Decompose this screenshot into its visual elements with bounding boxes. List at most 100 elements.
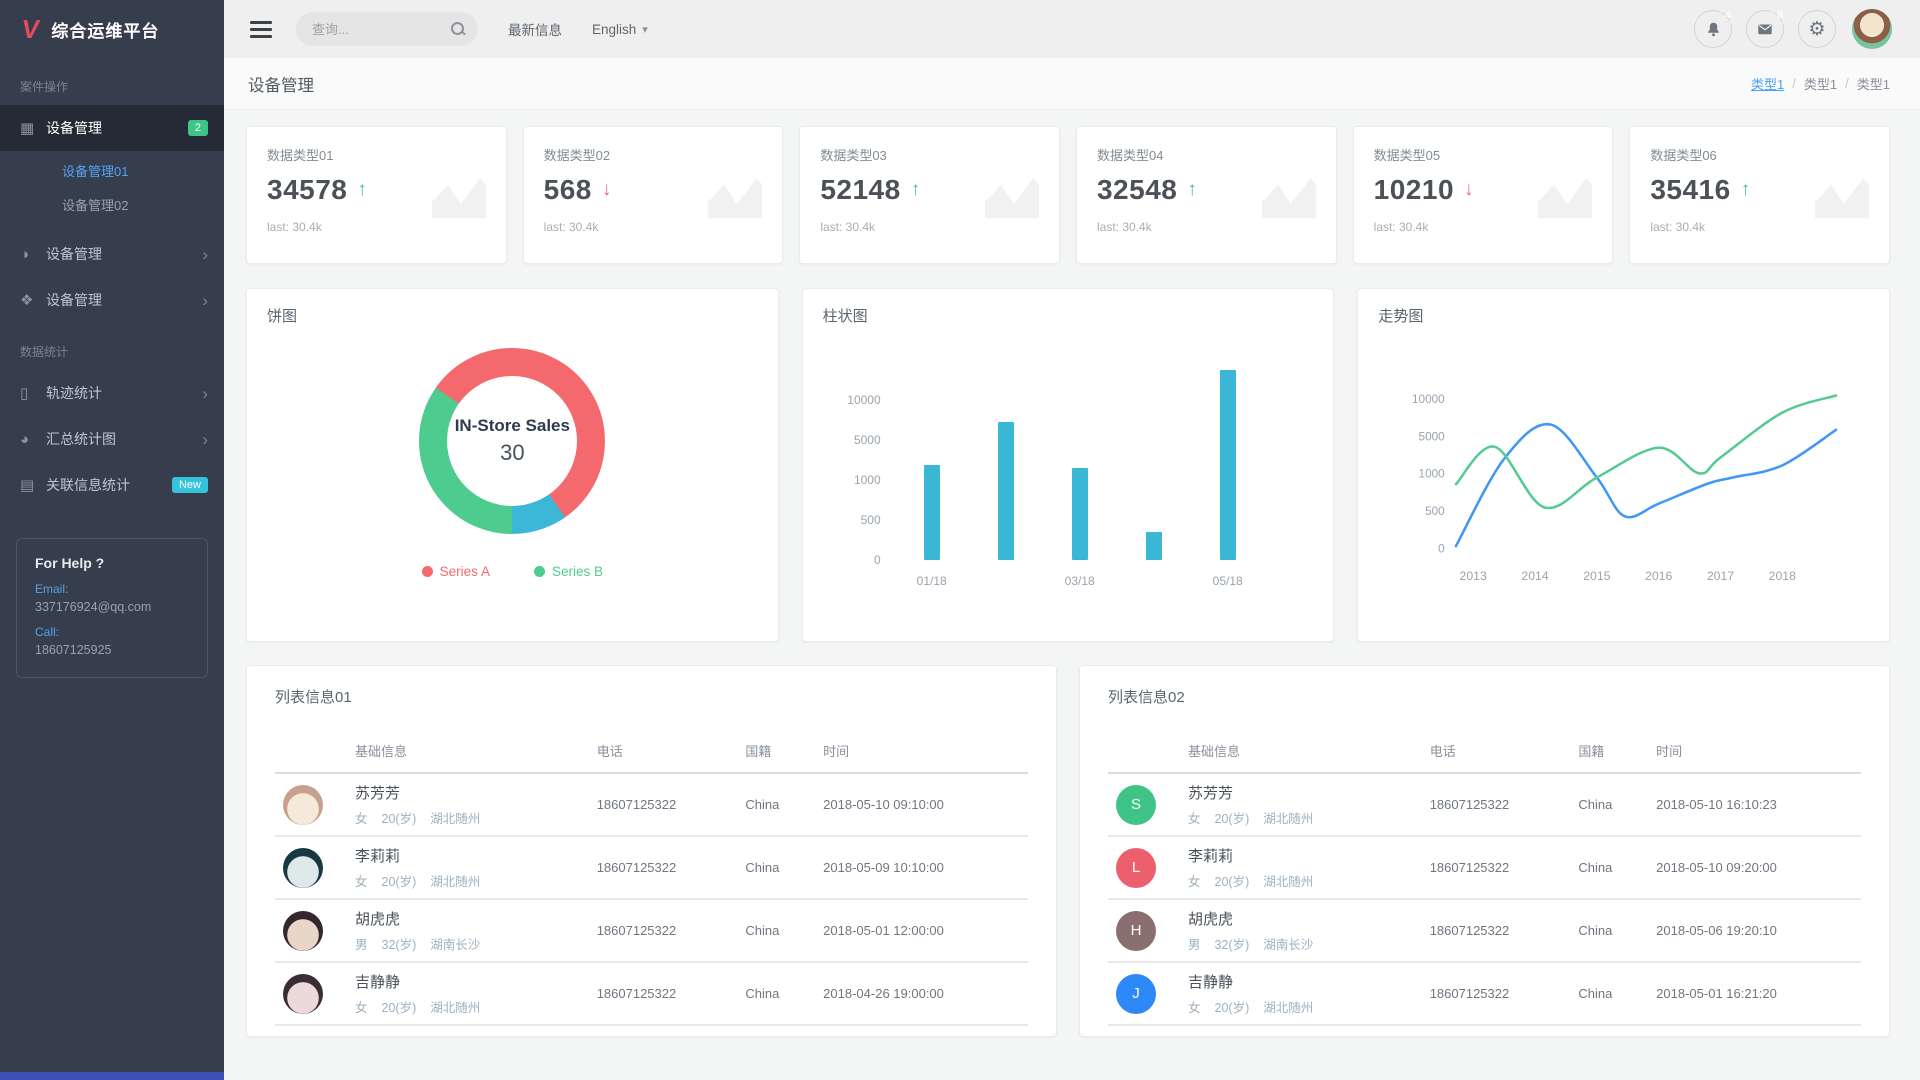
mini-area-chart-icon (1811, 169, 1873, 228)
breadcrumb-item[interactable]: 类型1 (1857, 74, 1890, 93)
table-row: 吉静静女20(岁)湖北随州18607125322China2018-04-26 … (275, 962, 1028, 1025)
basic-info-cell: 苏芳芳女20(岁)湖北随州 (1180, 773, 1422, 836)
person-sub-field: 女 (355, 875, 368, 889)
help-call-label: Call: (35, 625, 189, 639)
sidebar-item[interactable]: ▯轨迹统计› (0, 370, 224, 416)
table-head: 基础信息电话国籍时间 (1108, 729, 1861, 773)
letter-avatar: H (1116, 911, 1156, 951)
nation-cell: China (1570, 836, 1648, 899)
user-avatar[interactable] (1852, 9, 1892, 49)
table-row: S苏芳芳女20(岁)湖北随州18607125322China2018-05-10… (1108, 773, 1861, 836)
y-tick-label: 500 (861, 513, 881, 527)
column-header: 国籍 (1570, 729, 1648, 773)
language-select[interactable]: English ▾ (592, 22, 648, 37)
sidebar-item-label: 轨迹统计 (46, 383, 202, 403)
sidebar-subitem[interactable]: 设备管理02 (0, 189, 224, 223)
line-chart-title: 走势图 (1378, 305, 1869, 326)
person-sub-field: 女 (1188, 1001, 1201, 1015)
bar-x-axis: 01/1803/1805/18 (895, 574, 1265, 588)
stat-card: 数据类型0134578↑last: 30.4k (246, 126, 507, 264)
trend-down-icon: ↓ (1464, 179, 1474, 201)
person-sub-field: 20(岁) (1215, 812, 1250, 826)
legend-dot (422, 566, 433, 577)
nation-cell: China (1570, 899, 1648, 962)
donut-center-value: 30 (500, 440, 524, 466)
sidebar-section-label: 数据统计 (0, 323, 224, 370)
donut-center: IN-Store Sales 30 (447, 376, 577, 506)
person-sub-field: 男 (355, 938, 368, 952)
sidebar-footer-bar (0, 1072, 224, 1080)
mini-area-chart-icon (1258, 169, 1320, 228)
mini-area-chart-icon (1534, 169, 1596, 228)
column-header: 电话 (589, 729, 738, 773)
y-tick-label: 1000 (1419, 468, 1446, 481)
chevron-right-icon: › (202, 246, 208, 263)
mini-area-chart-icon (704, 169, 766, 228)
series-green (1456, 395, 1836, 508)
stat-card-label: 数据类型03 (820, 145, 1041, 164)
language-label: English (592, 22, 636, 37)
person-name: 胡虎虎 (355, 908, 581, 929)
sidebar-item[interactable]: ▦设备管理2 (0, 105, 224, 151)
person-sub-info: 男32(岁)湖南长沙 (355, 934, 581, 953)
column-header: 国籍 (737, 729, 815, 773)
person-sub-field: 湖南长沙 (1263, 938, 1313, 952)
person-sub-field: 20(岁) (382, 1001, 417, 1015)
bar-chart[interactable]: 0500100050001000001/1803/1805/18 (823, 326, 1314, 588)
settings-button[interactable]: ⚙ (1798, 10, 1836, 48)
legend-item[interactable]: Series B (534, 564, 603, 579)
person-name: 吉静静 (355, 971, 581, 992)
trend-up-icon: ↑ (911, 179, 921, 201)
logo[interactable]: V 综合运维平台 (0, 0, 224, 58)
breadcrumb-separator: / (1792, 76, 1796, 91)
phone-cell: 18607125322 (1422, 836, 1571, 899)
table-card-1: 列表信息01基础信息电话国籍时间苏芳芳女20(岁)湖北随州18607125322… (246, 665, 1057, 1037)
nation-cell: China (737, 773, 815, 836)
donut-chart[interactable]: IN-Store Sales 30 (419, 348, 605, 534)
sidebar-item[interactable]: ❖设备管理› (0, 277, 224, 323)
bar-y-axis: 05001000500010000 (833, 360, 895, 560)
sidebar-item[interactable]: ◕汇总统计图› (0, 416, 224, 462)
notifications-button[interactable]: 4 (1694, 10, 1732, 48)
topbar: 最新信息 English ▾ 4 8 ⚙ (224, 0, 1920, 58)
table-row: 胡虎虎男32(岁)湖南长沙18607125322China2018-05-01 … (275, 899, 1028, 962)
notifications-badge: 4 (1719, 6, 1737, 24)
layers-icon: ❖ (20, 291, 46, 309)
data-table: 基础信息电话国籍时间S苏芳芳女20(岁)湖北随州18607125322China… (1108, 729, 1861, 1026)
donut-center-label: IN-Store Sales (455, 416, 570, 436)
sidebar-item[interactable]: ◑设备管理› (0, 231, 224, 277)
sidebar-item[interactable]: ▤关联信息统计New (0, 462, 224, 508)
sidebar-item-label: 设备管理 (46, 290, 202, 310)
avatar-cell (275, 899, 347, 962)
breadcrumb-item[interactable]: 类型1 (1804, 74, 1837, 93)
person-sub-field: 湖北随州 (430, 875, 480, 889)
basic-info-cell: 胡虎虎男32(岁)湖南长沙 (347, 899, 589, 962)
legend-dot (534, 566, 545, 577)
bar-plot-area[interactable] (895, 360, 1265, 560)
table-body: S苏芳芳女20(岁)湖北随州18607125322China2018-05-10… (1108, 773, 1861, 1025)
line-chart[interactable]: 0500100050001000020132014201520162017201… (1378, 332, 1869, 594)
bar-chart-body: 05001000500010000 (833, 360, 1308, 560)
sidebar-item-label: 关联信息统计 (46, 475, 172, 495)
time-cell: 2018-05-01 16:21:20 (1648, 962, 1861, 1025)
avatar-cell: S (1108, 773, 1180, 836)
nation-cell: China (1570, 962, 1648, 1025)
menu-toggle-icon[interactable] (250, 17, 272, 42)
person-sub-field: 20(岁) (382, 875, 417, 889)
search-icon[interactable] (450, 21, 466, 37)
sidebar-subitem[interactable]: 设备管理01 (0, 155, 224, 189)
trend-up-icon: ↑ (1187, 179, 1197, 201)
bar-chart-card: 柱状图 0500100050001000001/1803/1805/18 (802, 288, 1335, 642)
page-title: 设备管理 (248, 72, 314, 96)
person-sub-field: 女 (1188, 812, 1201, 826)
messages-button[interactable]: 8 (1746, 10, 1784, 48)
breadcrumb-item[interactable]: 类型1 (1751, 74, 1784, 93)
time-cell: 2018-04-26 19:00:00 (815, 962, 1028, 1025)
legend-item[interactable]: Series A (422, 564, 490, 579)
latest-info-link[interactable]: 最新信息 (508, 19, 562, 39)
search-input[interactable] (312, 22, 450, 37)
app-title: 综合运维平台 (51, 17, 159, 42)
person-sub-field: 20(岁) (382, 812, 417, 826)
search-box[interactable] (296, 12, 478, 46)
person-name: 李莉莉 (355, 845, 581, 866)
